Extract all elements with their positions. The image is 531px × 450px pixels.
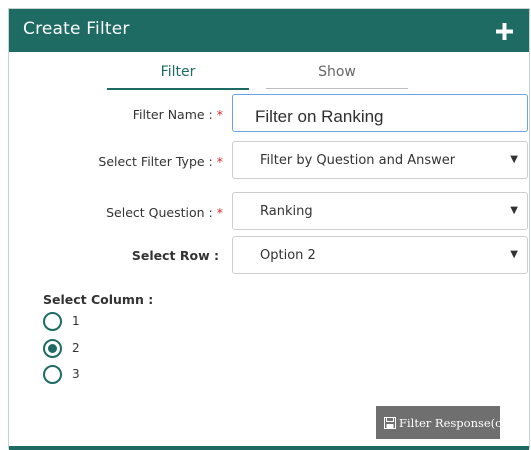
row-select[interactable]: Option 2 ▼ [232, 236, 528, 274]
column-option-label: 1 [72, 314, 80, 328]
bottom-bar [9, 446, 529, 450]
filter-type-label: Select Filter Type : * [98, 154, 223, 169]
create-filter-panel: Create Filter Filter Show Filter Name : … [8, 8, 530, 450]
filter-type-value: Filter by Question and Answer [260, 153, 456, 168]
required-marker: * [216, 154, 223, 169]
column-option-label: 2 [72, 341, 80, 355]
filter-response-button[interactable]: Filter Response(c) [376, 406, 506, 439]
filter-name-input[interactable] [232, 94, 528, 132]
question-value: Ranking [260, 204, 313, 219]
row-label: Select Row : [131, 248, 219, 263]
tab-filter[interactable]: Filter [107, 64, 249, 90]
tab-show[interactable]: Show [266, 64, 408, 89]
filter-type-select[interactable]: Filter by Question and Answer ▼ [232, 141, 528, 179]
required-marker: * [216, 107, 223, 122]
panel-title: Create Filter [23, 19, 130, 39]
column-radio-2[interactable] [43, 339, 62, 358]
question-label: Select Question : * [106, 205, 223, 220]
filter-response-label: Filter Response(c) [399, 416, 507, 430]
required-marker: * [216, 205, 223, 220]
column-radio-1[interactable] [43, 312, 62, 331]
panel-header: Create Filter [9, 9, 529, 52]
filter-name-label: Filter Name : * [132, 107, 223, 122]
radio-selected-dot [48, 344, 57, 353]
chevron-down-icon: ▼ [510, 205, 518, 216]
chevron-down-icon: ▼ [510, 249, 518, 260]
column-radio-3[interactable] [43, 365, 62, 384]
select-column-label: Select Column : [43, 292, 154, 307]
row-value: Option 2 [260, 248, 316, 263]
plus-icon[interactable] [496, 23, 513, 40]
column-option-label: 3 [72, 367, 80, 381]
save-icon [384, 417, 396, 429]
chevron-down-icon: ▼ [510, 154, 518, 165]
question-select[interactable]: Ranking ▼ [232, 192, 528, 230]
